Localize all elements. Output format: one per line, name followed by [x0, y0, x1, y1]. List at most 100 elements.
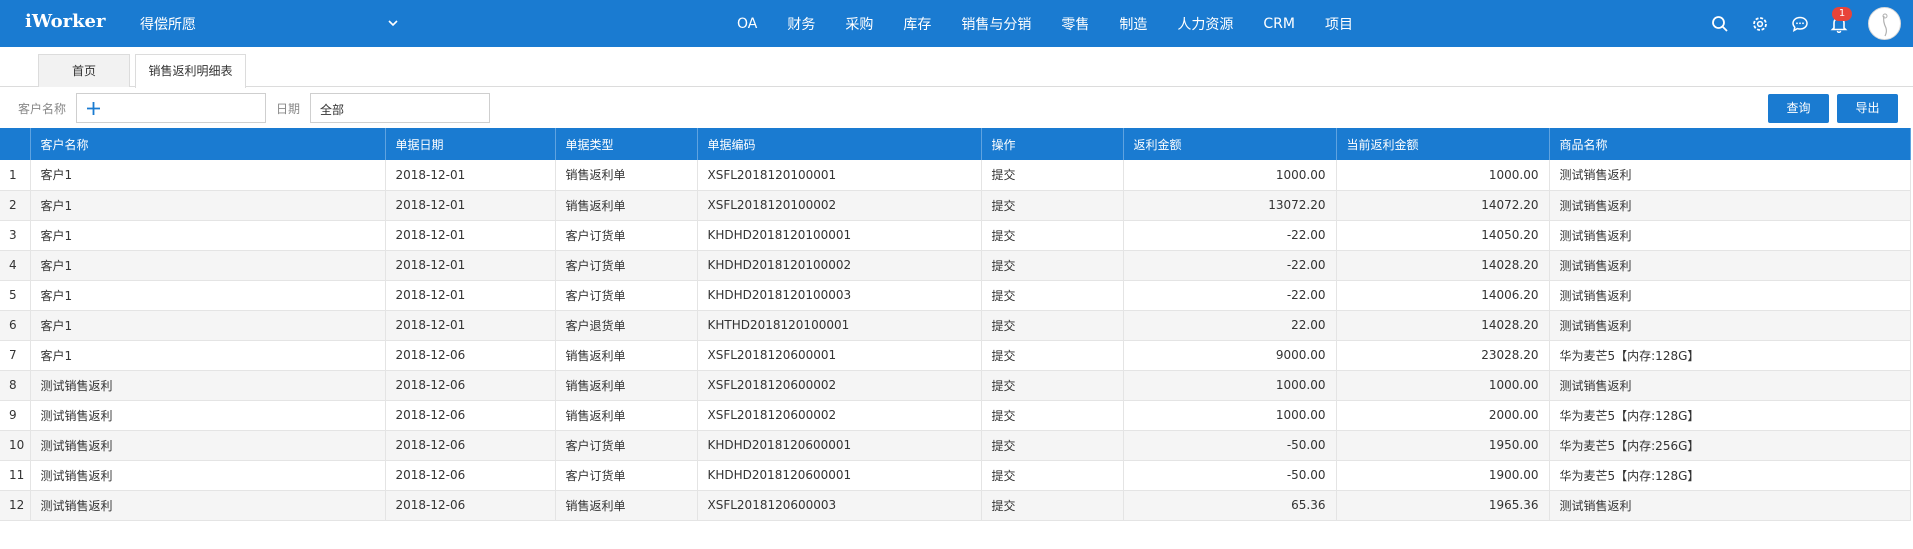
- cell-product: 测试销售返利: [1549, 220, 1911, 251]
- cell-type: 客户订货单: [555, 280, 698, 311]
- export-button[interactable]: 导出: [1837, 94, 1898, 123]
- column-header[interactable]: 当前返利金额: [1336, 128, 1550, 160]
- nav-item-crm[interactable]: CRM: [1263, 16, 1295, 32]
- cell-amount: -22.00: [1123, 220, 1337, 251]
- tab-home[interactable]: 首页: [38, 54, 130, 87]
- cell-amount: -22.00: [1123, 280, 1337, 311]
- row-index: 12: [0, 490, 31, 521]
- table-row[interactable]: 12 测试销售返利 2018-12-06 销售返利单 XSFL201812060…: [0, 490, 1911, 521]
- cell-operation: 提交: [981, 250, 1124, 281]
- table-row[interactable]: 7 客户1 2018-12-06 销售返利单 XSFL2018120600001…: [0, 340, 1911, 371]
- cell-product: 华为麦芒5【内存:256G】: [1549, 430, 1911, 461]
- table-row[interactable]: 11 测试销售返利 2018-12-06 客户订货单 KHDHD20181206…: [0, 460, 1911, 491]
- cell-product: 测试销售返利: [1549, 490, 1911, 521]
- cell-current-amount: 14028.20: [1336, 250, 1550, 281]
- row-index: 10: [0, 430, 31, 461]
- cell-date: 2018-12-06: [385, 460, 556, 491]
- cell-current-amount: 1965.36: [1336, 490, 1550, 521]
- date-select[interactable]: 全部: [310, 93, 490, 123]
- column-header[interactable]: 客户名称: [30, 128, 386, 160]
- table-header-row: 客户名称 单据日期 单据类型 单据编码 操作 返利金额 当前返利金额 商品名称: [0, 128, 1911, 160]
- cell-amount: 9000.00: [1123, 340, 1337, 371]
- table-row[interactable]: 2 客户1 2018-12-01 销售返利单 XSFL2018120100002…: [0, 190, 1911, 221]
- nav-item-inventory[interactable]: 库存: [903, 14, 931, 34]
- cell-current-amount: 1900.00: [1336, 460, 1550, 491]
- column-header[interactable]: 返利金额: [1123, 128, 1337, 160]
- gear-icon[interactable]: [1751, 15, 1769, 33]
- cell-date: 2018-12-06: [385, 400, 556, 431]
- column-header[interactable]: 操作: [981, 128, 1124, 160]
- nav-item-oa[interactable]: OA: [737, 16, 757, 32]
- cell-code: XSFL2018120600003: [697, 490, 982, 521]
- cell-operation: 提交: [981, 160, 1124, 191]
- company-selector[interactable]: 得偿所愿: [140, 14, 196, 34]
- nav-item-finance[interactable]: 财务: [787, 14, 815, 34]
- cell-date: 2018-12-01: [385, 190, 556, 221]
- table-row[interactable]: 6 客户1 2018-12-01 客户退货单 KHTHD201812010000…: [0, 310, 1911, 341]
- cell-amount: 1000.00: [1123, 370, 1337, 401]
- rebate-detail-table: 客户名称 单据日期 单据类型 单据编码 操作 返利金额 当前返利金额 商品名称 …: [0, 128, 1911, 521]
- cell-operation: 提交: [981, 430, 1124, 461]
- cell-code: KHTHD2018120100001: [697, 310, 982, 341]
- chat-icon[interactable]: [1791, 15, 1809, 33]
- tab-sales-rebate-detail[interactable]: 销售返利明细表: [135, 54, 246, 88]
- search-icon[interactable]: [1711, 15, 1729, 33]
- cell-type: 销售返利单: [555, 400, 698, 431]
- column-header[interactable]: 单据日期: [385, 128, 556, 160]
- cell-type: 销售返利单: [555, 490, 698, 521]
- table-row[interactable]: 10 测试销售返利 2018-12-06 客户订货单 KHDHD20181206…: [0, 430, 1911, 461]
- cell-operation: 提交: [981, 310, 1124, 341]
- row-index: 11: [0, 460, 31, 491]
- row-index: 2: [0, 190, 31, 221]
- avatar[interactable]: [1868, 7, 1901, 40]
- chevron-down-icon[interactable]: [386, 16, 400, 30]
- cell-current-amount: 1000.00: [1336, 160, 1550, 191]
- date-label: 日期: [276, 102, 301, 116]
- column-header[interactable]: 商品名称: [1549, 128, 1911, 160]
- table-row[interactable]: 3 客户1 2018-12-01 客户订货单 KHDHD201812010000…: [0, 220, 1911, 251]
- cell-code: XSFL2018120600002: [697, 370, 982, 401]
- column-header[interactable]: 单据类型: [555, 128, 698, 160]
- cell-amount: 22.00: [1123, 310, 1337, 341]
- notification-badge: 1: [1832, 7, 1852, 21]
- cell-product: 华为麦芒5【内存:128G】: [1549, 460, 1911, 491]
- nav-item-hr[interactable]: 人力资源: [1177, 14, 1233, 34]
- cell-product: 测试销售返利: [1549, 370, 1911, 401]
- app-logo[interactable]: iWorker: [25, 11, 105, 32]
- cell-amount: -50.00: [1123, 460, 1337, 491]
- cell-customer: 客户1: [30, 310, 386, 341]
- cell-product: 华为麦芒5【内存:128G】: [1549, 400, 1911, 431]
- cell-operation: 提交: [981, 340, 1124, 371]
- table-row[interactable]: 1 客户1 2018-12-01 销售返利单 XSFL2018120100001…: [0, 160, 1911, 191]
- tab-bar: 首页 销售返利明细表: [0, 47, 1913, 88]
- cell-product: 测试销售返利: [1549, 160, 1911, 191]
- customer-name-label: 客户名称: [18, 102, 67, 116]
- cell-customer: 客户1: [30, 280, 386, 311]
- row-index: 1: [0, 160, 31, 191]
- table-row[interactable]: 5 客户1 2018-12-01 客户订货单 KHDHD201812010000…: [0, 280, 1911, 311]
- row-index: 9: [0, 400, 31, 431]
- nav-item-purchase[interactable]: 采购: [845, 14, 873, 34]
- nav-item-project[interactable]: 项目: [1325, 14, 1353, 34]
- cell-current-amount: 14072.20: [1336, 190, 1550, 221]
- query-button[interactable]: 查询: [1768, 94, 1829, 123]
- cell-code: XSFL2018120600002: [697, 400, 982, 431]
- cell-type: 销售返利单: [555, 370, 698, 401]
- cell-date: 2018-12-06: [385, 490, 556, 521]
- table-row[interactable]: 4 客户1 2018-12-01 客户订货单 KHDHD201812010000…: [0, 250, 1911, 281]
- cell-operation: 提交: [981, 370, 1124, 401]
- cell-date: 2018-12-01: [385, 310, 556, 341]
- nav-item-manufacturing[interactable]: 制造: [1119, 14, 1147, 34]
- nav-item-retail[interactable]: 零售: [1061, 14, 1089, 34]
- row-index: 8: [0, 370, 31, 401]
- table-row[interactable]: 8 测试销售返利 2018-12-06 销售返利单 XSFL2018120600…: [0, 370, 1911, 401]
- table-row[interactable]: 9 测试销售返利 2018-12-06 销售返利单 XSFL2018120600…: [0, 400, 1911, 431]
- row-index: 5: [0, 280, 31, 311]
- nav-item-sales[interactable]: 销售与分销: [961, 14, 1031, 34]
- cell-code: KHDHD2018120100001: [697, 220, 982, 251]
- cell-operation: 提交: [981, 400, 1124, 431]
- column-header[interactable]: 单据编码: [697, 128, 982, 160]
- plus-icon[interactable]: [86, 101, 101, 116]
- cell-code: XSFL2018120100002: [697, 190, 982, 221]
- customer-name-input[interactable]: [76, 93, 266, 123]
